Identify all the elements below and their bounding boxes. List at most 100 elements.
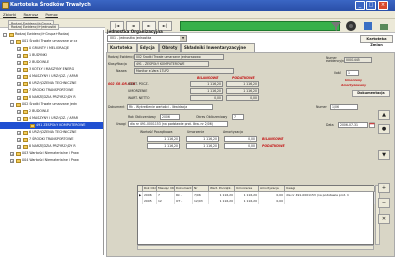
bil-amortyzacja-field[interactable]: 0,00 xyxy=(224,136,257,142)
tab-skladniki[interactable]: Składniki Inwentaryzacyjne xyxy=(181,43,255,52)
expand-icon[interactable]: + xyxy=(17,130,21,135)
record-button[interactable]: ● xyxy=(378,124,390,134)
numer-field[interactable]: 1/06 xyxy=(330,104,358,110)
grid-cell[interactable]: OT - xyxy=(175,198,193,204)
grid-cell[interactable]: 1 116,20 xyxy=(235,198,259,204)
tree-node[interactable]: +7 ŚRODKI TRANSPORTOWE xyxy=(0,87,103,94)
grid-hscrollbar[interactable] xyxy=(137,245,374,250)
wartosc-pocz-col-label: Wartość Początkowa xyxy=(140,130,173,134)
settings-icon[interactable] xyxy=(378,20,390,32)
tree-node[interactable]: +8 NARZĘDZIA PRZYRZĄDY R xyxy=(0,143,103,150)
grid-cell[interactable]: 2005 xyxy=(143,198,157,204)
expand-icon[interactable]: + xyxy=(17,95,21,100)
tree-node[interactable]: +8 NARZĘDZIA PRZYRZĄDY R xyxy=(0,94,103,101)
expand-icon[interactable]: + xyxy=(17,109,21,114)
tree-view[interactable]: - Rodzaj Ewidencji+Grupa+Rodzaj -001 Środk… xyxy=(0,30,104,255)
collapse-icon[interactable]: - xyxy=(10,102,14,107)
kartoteka-zmian-button[interactable]: Kartoteka Zmian xyxy=(360,35,393,47)
tab-edycja[interactable]: Edycja xyxy=(137,43,159,52)
expand-icon[interactable]: + xyxy=(17,144,21,149)
menu-pomoc[interactable]: Pomoc xyxy=(45,12,58,17)
expand-icon[interactable]: + xyxy=(17,88,21,93)
remove-row-button[interactable]: − xyxy=(378,198,390,208)
rok-label: Rok Obliczeniowy xyxy=(128,115,156,119)
org-unit-select[interactable]: 001 - Jednostka jednostka ▼ xyxy=(107,35,187,42)
move-down-button[interactable]: ▼ xyxy=(378,150,390,160)
wart-pocz-pod: 1 116,20 xyxy=(226,81,259,87)
grid-cell[interactable]: 0,00 xyxy=(259,198,285,204)
tree-node[interactable]: +7 ŚRODKI TRANSPORTOWE xyxy=(0,136,103,143)
collapse-icon[interactable]: - xyxy=(17,116,21,121)
folder-icon xyxy=(23,74,28,79)
tab-obroty[interactable]: Obroty xyxy=(159,43,181,52)
filter-icon[interactable] xyxy=(330,20,342,32)
maximize-button[interactable]: □ xyxy=(366,1,376,10)
expand-icon[interactable]: + xyxy=(17,60,21,65)
tree-node[interactable]: +6 URZĄDZENIA TECHNICZNE xyxy=(0,129,103,136)
folder-icon xyxy=(16,39,21,44)
folder-icon xyxy=(23,137,28,142)
expand-icon[interactable]: + xyxy=(17,81,21,86)
folder-icon xyxy=(23,67,28,72)
folder-icon xyxy=(16,151,21,156)
collapse-icon[interactable]: - xyxy=(10,39,14,44)
tree-node[interactable]: +004 Wartości Niematerialne i Praw xyxy=(0,157,103,164)
bil-wartosc-field[interactable]: 1 116,20 xyxy=(147,136,180,142)
grid-cell[interactable]: 12/03 xyxy=(193,198,209,204)
okres-label: Okres Obliczeniowy xyxy=(196,115,228,119)
menu-rozrusz[interactable]: Rozrusz xyxy=(23,12,38,17)
menu-zbiorki[interactable]: Zbiorki xyxy=(3,12,16,17)
grid-cell[interactable] xyxy=(285,198,375,204)
tab-kartoteka[interactable]: Kartoteka xyxy=(107,43,137,52)
tree-node[interactable]: +003 Wartości Niematerialne i Praw xyxy=(0,150,103,157)
umorzenie-pod: 1 116,20 xyxy=(226,88,259,94)
tree-node[interactable]: +4 MASZYNY I URZĄDZ. / APAR xyxy=(0,73,103,80)
expand-icon[interactable]: + xyxy=(17,67,21,72)
minimize-button[interactable]: _ xyxy=(355,1,365,10)
grid-cell[interactable]: 12 xyxy=(157,198,175,204)
delete-button[interactable]: ✕ xyxy=(378,214,390,224)
folder-icon xyxy=(16,102,21,107)
expand-icon[interactable]: + xyxy=(17,137,21,142)
dokumentacja-button[interactable]: Dokumentacja xyxy=(352,90,390,97)
podatkowe-tag: PODATKOWE xyxy=(262,144,285,148)
tree-node[interactable]: - Rodzaj Ewidencji+Grupa+Rodzaj xyxy=(0,31,103,38)
print-icon[interactable] xyxy=(362,20,374,32)
tree-node[interactable]: +0 GRUNTY I MELIORACJE xyxy=(0,45,103,52)
ilosc-field[interactable]: 1 xyxy=(346,70,359,76)
tree-node[interactable]: +6 URZĄDZENIA TECHNICZNE xyxy=(0,80,103,87)
grid-cell[interactable]: 1 116,20 xyxy=(209,198,235,204)
expand-icon[interactable]: + xyxy=(10,158,14,163)
expand-icon[interactable]: + xyxy=(17,46,21,51)
tree-node-label: 7 ŚRODKI TRANSPORTOWE xyxy=(29,88,74,92)
pod-umorzenie-field[interactable]: 1 116,20 xyxy=(186,143,219,149)
tree-node[interactable]: - 001 Środki Trwałe umarzane w cz xyxy=(0,38,103,45)
move-up-button[interactable]: ▲ xyxy=(378,110,390,120)
tree-node[interactable]: +3 KOTŁY I MASZYNY ENERG xyxy=(0,66,103,73)
tree-node[interactable]: - 002 Środki Trwałe umarzane jedn xyxy=(0,101,103,108)
close-button[interactable]: × xyxy=(378,1,388,10)
tree-node[interactable]: 491 ZESPOŁY KOMPUTEROWE xyxy=(0,122,103,129)
okres-field[interactable]: 7 xyxy=(232,114,244,120)
org-unit-value: 001 - Jednostka jednostka xyxy=(110,36,152,40)
expand-icon[interactable]: + xyxy=(10,151,14,156)
uwagi-field[interactable]: dla nr 491-0001153 (na podstawie prot. l… xyxy=(128,121,228,127)
pod-wartosc-field[interactable]: 1 116,20 xyxy=(147,143,180,149)
rok-field[interactable]: 2006 xyxy=(160,114,180,120)
collapse-icon[interactable]: - xyxy=(3,32,7,37)
tree-node[interactable]: +2 BUDOWLE xyxy=(0,59,103,66)
tree-node[interactable]: +2 BUDOWLE xyxy=(0,108,103,115)
expand-icon[interactable]: + xyxy=(17,53,21,58)
uwagi-label: Uwagi xyxy=(116,122,126,126)
tree-node[interactable]: - 4 MASZYNY I URZĄDZ. / APAR xyxy=(0,115,103,122)
globe-icon[interactable] xyxy=(345,20,357,32)
data-field[interactable]: 2006-07-31 xyxy=(338,122,368,128)
bil-umorzenie-field[interactable]: 1 116,20 xyxy=(186,136,219,142)
dokument-select[interactable]: Rk - Wykreślenie wartości - likwidacja xyxy=(127,104,213,110)
add-row-button[interactable]: + xyxy=(378,183,390,193)
pod-amortyzacja-field[interactable]: 0,00 xyxy=(224,143,257,149)
tree-node[interactable]: +1 BUDYNKI xyxy=(0,52,103,59)
expand-icon[interactable]: + xyxy=(17,74,21,79)
obroty-grid[interactable]: Rok Obl. Miesiąc Obl. Dokument Nr Wart. Pocz… xyxy=(137,185,375,245)
calendar-icon[interactable] xyxy=(369,122,375,128)
